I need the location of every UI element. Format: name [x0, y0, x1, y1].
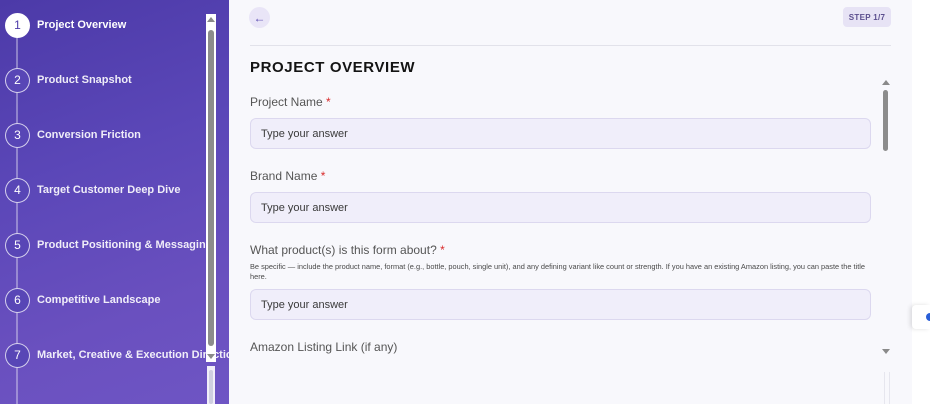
step-label: Product Snapshot — [37, 74, 132, 86]
form-main: ← STEP 1/7 PROJECT OVERVIEW Project Name… — [229, 0, 912, 404]
scrollbar-thumb[interactable] — [208, 30, 214, 346]
back-button[interactable]: ← — [249, 7, 270, 28]
step-label: Conversion Friction — [37, 129, 141, 141]
step-label: Project Overview — [37, 19, 127, 31]
step-number-badge: 3 — [5, 122, 30, 148]
step-number-badge: 7 — [5, 342, 30, 368]
right-edge-panel — [912, 0, 930, 404]
page-title: PROJECT OVERVIEW — [250, 59, 416, 76]
step-number-badge: 2 — [5, 67, 30, 93]
sidebar-step-product-snapshot[interactable]: 2 Product Snapshot — [5, 67, 132, 93]
sidebar-step-positioning[interactable]: 5 Product Positioning & Messaging — [5, 232, 212, 258]
step-label: Product Positioning & Messaging — [37, 239, 213, 251]
products-help-text: Be specific — include the product name, … — [250, 262, 866, 281]
form-scrollbar[interactable] — [882, 80, 890, 354]
page-scrollbar-track[interactable] — [207, 366, 215, 404]
step-number-badge: 6 — [5, 287, 30, 313]
required-marker: * — [326, 95, 331, 109]
arrow-left-icon: ← — [253, 10, 266, 25]
sidebar-step-market-creative[interactable]: 7 Market, Creative & Execution Direction — [5, 342, 229, 368]
scrollbar-thumb[interactable] — [883, 90, 888, 151]
step-label: Target Customer Deep Dive — [37, 184, 181, 196]
step-progress-badge: STEP 1/7 — [843, 7, 891, 27]
field-label-text: Project Name — [250, 95, 323, 109]
products-input[interactable] — [250, 289, 871, 320]
sidebar-step-conversion-friction[interactable]: 3 Conversion Friction — [5, 122, 141, 148]
scroll-up-icon[interactable] — [882, 80, 890, 85]
project-name-label: Project Name * — [250, 95, 331, 109]
field-label-text: What product(s) is this form about? — [250, 243, 437, 257]
scroll-down-icon[interactable] — [882, 349, 890, 354]
required-marker: * — [320, 169, 326, 183]
brand-name-label: Brand Name * — [250, 169, 325, 183]
scroll-up-icon[interactable] — [207, 17, 215, 22]
project-name-input[interactable] — [250, 118, 871, 149]
step-number-badge: 1 — [5, 12, 30, 38]
required-marker: * — [440, 243, 445, 257]
step-label: Competitive Landscape — [37, 294, 161, 306]
field-label-text: Amazon Listing Link (if any) — [250, 340, 398, 354]
sidebar-step-target-customer[interactable]: 4 Target Customer Deep Dive — [5, 177, 180, 203]
widget-indicator-icon — [926, 313, 930, 321]
step-number-badge: 4 — [5, 177, 30, 203]
step-label: Market, Creative & Execution Direction — [37, 349, 229, 361]
sidebar-scrollbar[interactable] — [206, 14, 216, 362]
field-label-text: Brand Name — [250, 169, 318, 183]
page-scrollbar-thumb[interactable] — [209, 370, 213, 404]
secondary-scroll-track — [884, 372, 890, 404]
amazon-listing-label: Amazon Listing Link (if any) — [250, 340, 397, 354]
scroll-down-icon[interactable] — [207, 354, 215, 359]
header-divider — [250, 45, 891, 46]
side-widget-tab[interactable] — [912, 305, 930, 329]
brand-name-input[interactable] — [250, 192, 871, 223]
sidebar-step-competitive-landscape[interactable]: 6 Competitive Landscape — [5, 287, 160, 313]
products-label: What product(s) is this form about? * — [250, 243, 445, 257]
steps-sidebar: 1 Project Overview 2 Product Snapshot 3 … — [0, 0, 229, 404]
sidebar-step-project-overview[interactable]: 1 Project Overview — [5, 12, 126, 38]
step-number-badge: 5 — [5, 232, 30, 258]
